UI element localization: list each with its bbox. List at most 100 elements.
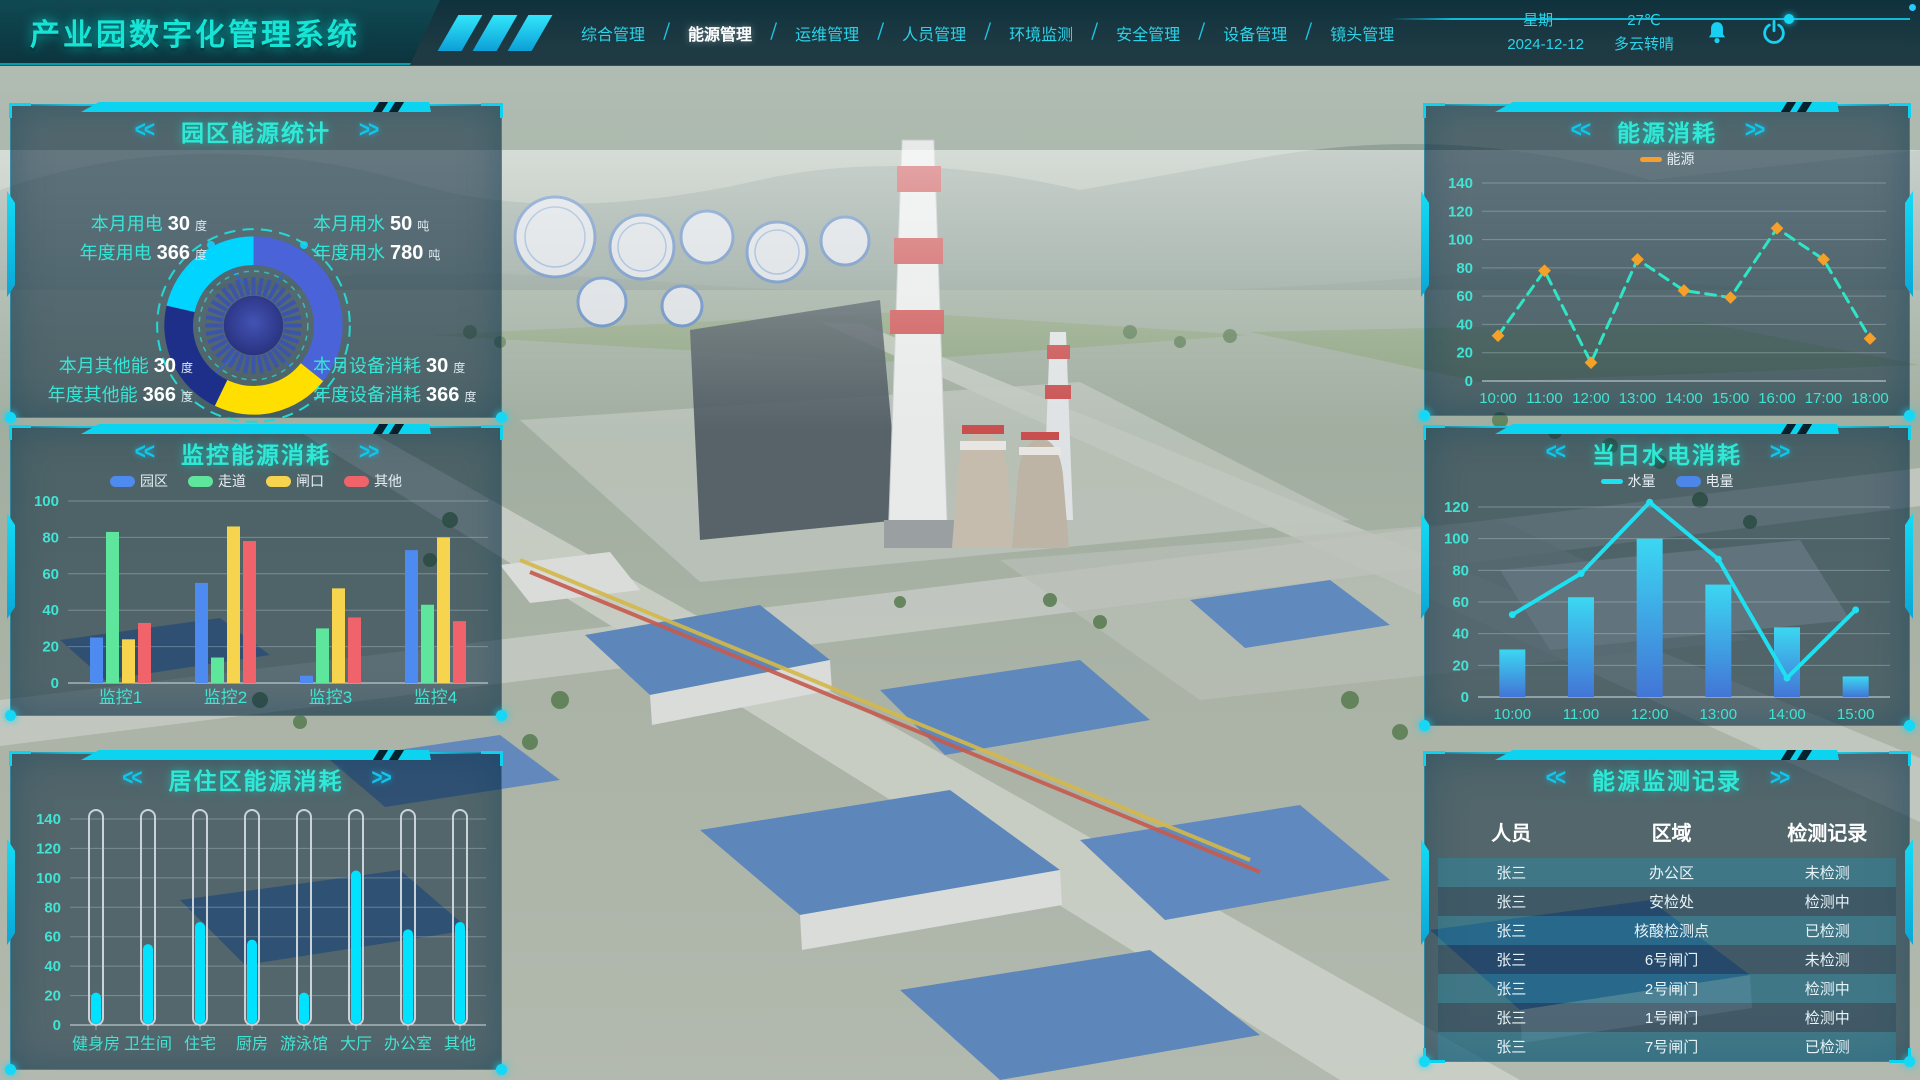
stat-value: 366: [157, 240, 190, 267]
svg-text:80: 80: [44, 899, 61, 916]
col-person: 人员: [1438, 809, 1585, 858]
stat-label: 本月设备消耗: [313, 353, 421, 380]
nav-item-safety[interactable]: 安全管理: [1103, 15, 1193, 51]
panel-next-icon[interactable]: >>: [1745, 118, 1763, 144]
power-icon: [1760, 19, 1788, 47]
stat-value: 30: [168, 211, 190, 238]
svg-text:其他: 其他: [444, 1035, 476, 1053]
legend-item-energy[interactable]: 能源: [1640, 149, 1695, 169]
svg-text:10:00: 10:00: [1479, 390, 1517, 407]
svg-text:办公室: 办公室: [384, 1035, 432, 1053]
panel-park-energy-stats: << 园区能源统计 >>: [10, 104, 502, 418]
stat-unit: 吨: [417, 213, 429, 240]
nav-item-equipment[interactable]: 设备管理: [1210, 15, 1300, 51]
svg-text:卫生间: 卫生间: [124, 1035, 172, 1053]
svg-text:100: 100: [34, 493, 59, 510]
nav-item-energy[interactable]: 能源管理: [675, 15, 765, 51]
legend-item-water[interactable]: 水量: [1601, 471, 1656, 491]
nav-separator: /: [984, 19, 992, 46]
panel-next-icon[interactable]: >>: [1770, 440, 1788, 466]
svg-text:140: 140: [1448, 175, 1473, 192]
svg-text:60: 60: [1452, 594, 1469, 611]
svg-text:0: 0: [1461, 689, 1469, 706]
svg-text:100: 100: [1444, 531, 1469, 548]
svg-text:监控3: 监控3: [309, 688, 352, 707]
panel-next-icon[interactable]: >>: [372, 766, 390, 792]
table-cell: 未检测: [1759, 858, 1896, 887]
monitor-energy-bar-chart: 020406080100监控1监控2监控3监控4: [16, 493, 496, 709]
legend-item-other[interactable]: 其他: [344, 471, 402, 491]
nav-separator: /: [770, 19, 778, 46]
panel-next-icon[interactable]: >>: [359, 440, 377, 466]
nav-separator: /: [1091, 19, 1099, 46]
stat-label: 年度用电: [80, 240, 152, 267]
nav-item-operations[interactable]: 运维管理: [782, 15, 872, 51]
table-cell: 2号闸门: [1585, 974, 1759, 1003]
legend-swatch: [188, 476, 213, 487]
svg-text:60: 60: [42, 566, 59, 583]
svg-text:住宅: 住宅: [184, 1035, 216, 1053]
table-cell: 张三: [1438, 887, 1585, 916]
table-cell: 办公区: [1585, 858, 1759, 887]
header-divider-dot: [1784, 14, 1794, 24]
panel-prev-icon[interactable]: <<: [135, 440, 153, 466]
chart-legend: 水量 电量: [1425, 471, 1909, 491]
col-status: 检测记录: [1759, 809, 1896, 858]
panel-prev-icon[interactable]: <<: [1546, 440, 1564, 466]
nav-separator: /: [1198, 19, 1206, 46]
panel-title: 当日水电消耗: [1592, 436, 1742, 470]
legend-item-park[interactable]: 园区: [110, 471, 168, 491]
table-cell: 7号闸门: [1585, 1032, 1759, 1061]
panel-next-icon[interactable]: >>: [359, 118, 377, 144]
stat-value: 30: [426, 353, 448, 380]
panel-title: 园区能源统计: [181, 114, 331, 148]
svg-text:140: 140: [36, 811, 61, 828]
logo-stripes-icon: [438, 15, 553, 51]
table-row: 张三1号闸门检测中: [1438, 1003, 1896, 1032]
nav-item-comprehensive[interactable]: 综合管理: [568, 15, 658, 51]
notifications-button[interactable]: [1704, 20, 1730, 46]
panel-monitor-energy: << 监控能源消耗 >> 园区 走道 闸口 其他 020406080100监控1…: [10, 426, 502, 716]
legend-item-gate[interactable]: 闸口: [266, 471, 324, 491]
svg-text:17:00: 17:00: [1805, 390, 1843, 407]
table-cell: 检测中: [1759, 1003, 1896, 1032]
weather-text: 多云转晴: [1614, 33, 1674, 56]
table-row: 张三安检处检测中: [1438, 887, 1896, 916]
table-cell: 张三: [1438, 916, 1585, 945]
panel-next-icon[interactable]: >>: [1770, 766, 1788, 792]
svg-text:100: 100: [36, 870, 61, 887]
svg-text:12:00: 12:00: [1631, 706, 1669, 723]
legend-label: 园区: [140, 471, 168, 491]
stat-value: 366: [426, 382, 459, 409]
nav-separator: /: [877, 19, 885, 46]
nav-item-environment[interactable]: 环境监测: [996, 15, 1086, 51]
svg-text:健身房: 健身房: [72, 1035, 120, 1053]
records-table: 人员 区域 检测记录 张三办公区未检测张三安检处检测中张三核酸检测点已检测张三6…: [1438, 809, 1896, 1061]
col-area: 区域: [1585, 809, 1759, 858]
legend-item-walkway[interactable]: 走道: [188, 471, 246, 491]
panel-prev-icon[interactable]: <<: [122, 766, 140, 792]
panel-prev-icon[interactable]: <<: [135, 118, 153, 144]
residential-energy-bar-chart: 020406080100120140健身房卫生间住宅厨房游泳馆大厅办公室其他: [16, 799, 496, 1057]
panel-prev-icon[interactable]: <<: [1571, 118, 1589, 144]
stat-value: 50: [390, 211, 412, 238]
legend-label: 闸口: [296, 471, 324, 491]
panel-prev-icon[interactable]: <<: [1546, 766, 1564, 792]
svg-text:60: 60: [44, 929, 61, 946]
stat-value: 366: [143, 382, 176, 409]
table-cell: 已检测: [1759, 1032, 1896, 1061]
table-cell: 6号闸门: [1585, 945, 1759, 974]
nav-item-personnel[interactable]: 人员管理: [889, 15, 979, 51]
chart-legend: 园区 走道 闸口 其他: [11, 471, 501, 491]
svg-text:100: 100: [1448, 232, 1473, 249]
temperature-text: 27℃: [1614, 9, 1674, 32]
table-cell: 张三: [1438, 858, 1585, 887]
legend-item-electric[interactable]: 电量: [1676, 471, 1734, 491]
table-cell: 张三: [1438, 1003, 1585, 1032]
stat-equipment: 本月设备消耗30度 年度设备消耗366度: [313, 353, 513, 411]
nav-separator: /: [1305, 19, 1313, 46]
legend-swatch: [266, 476, 291, 487]
power-button[interactable]: [1760, 19, 1788, 47]
table-cell: 安检处: [1585, 887, 1759, 916]
stat-label: 本月其他能: [59, 353, 149, 380]
